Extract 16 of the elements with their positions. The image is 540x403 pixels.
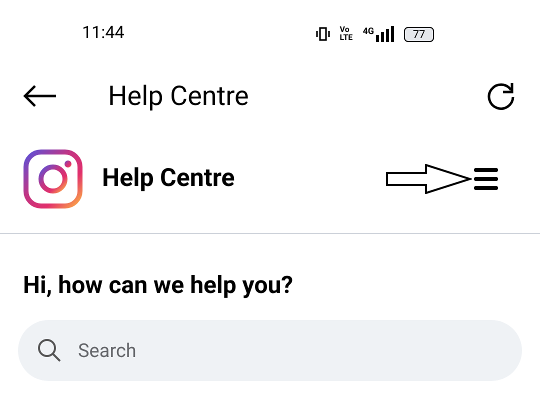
site-title: Help Centre [102, 162, 235, 195]
menu-icon[interactable] [474, 168, 498, 190]
battery-indicator: 77 [404, 26, 434, 42]
network-type: 4G [362, 26, 374, 39]
search-icon [36, 337, 62, 363]
status-time: 11:44 [82, 22, 124, 46]
refresh-icon[interactable] [486, 81, 516, 111]
camera-logo-icon [23, 148, 83, 208]
back-arrow-icon[interactable] [22, 84, 58, 108]
vibrate-icon [316, 27, 330, 41]
help-heading: Hi, how can we help you? [23, 270, 294, 301]
search-field[interactable]: Search [18, 320, 522, 381]
volte-label: LTE [340, 34, 353, 42]
volte-label: Vo [340, 26, 350, 34]
app-bar-title: Help Centre [108, 78, 249, 114]
signal-icon [376, 26, 394, 42]
